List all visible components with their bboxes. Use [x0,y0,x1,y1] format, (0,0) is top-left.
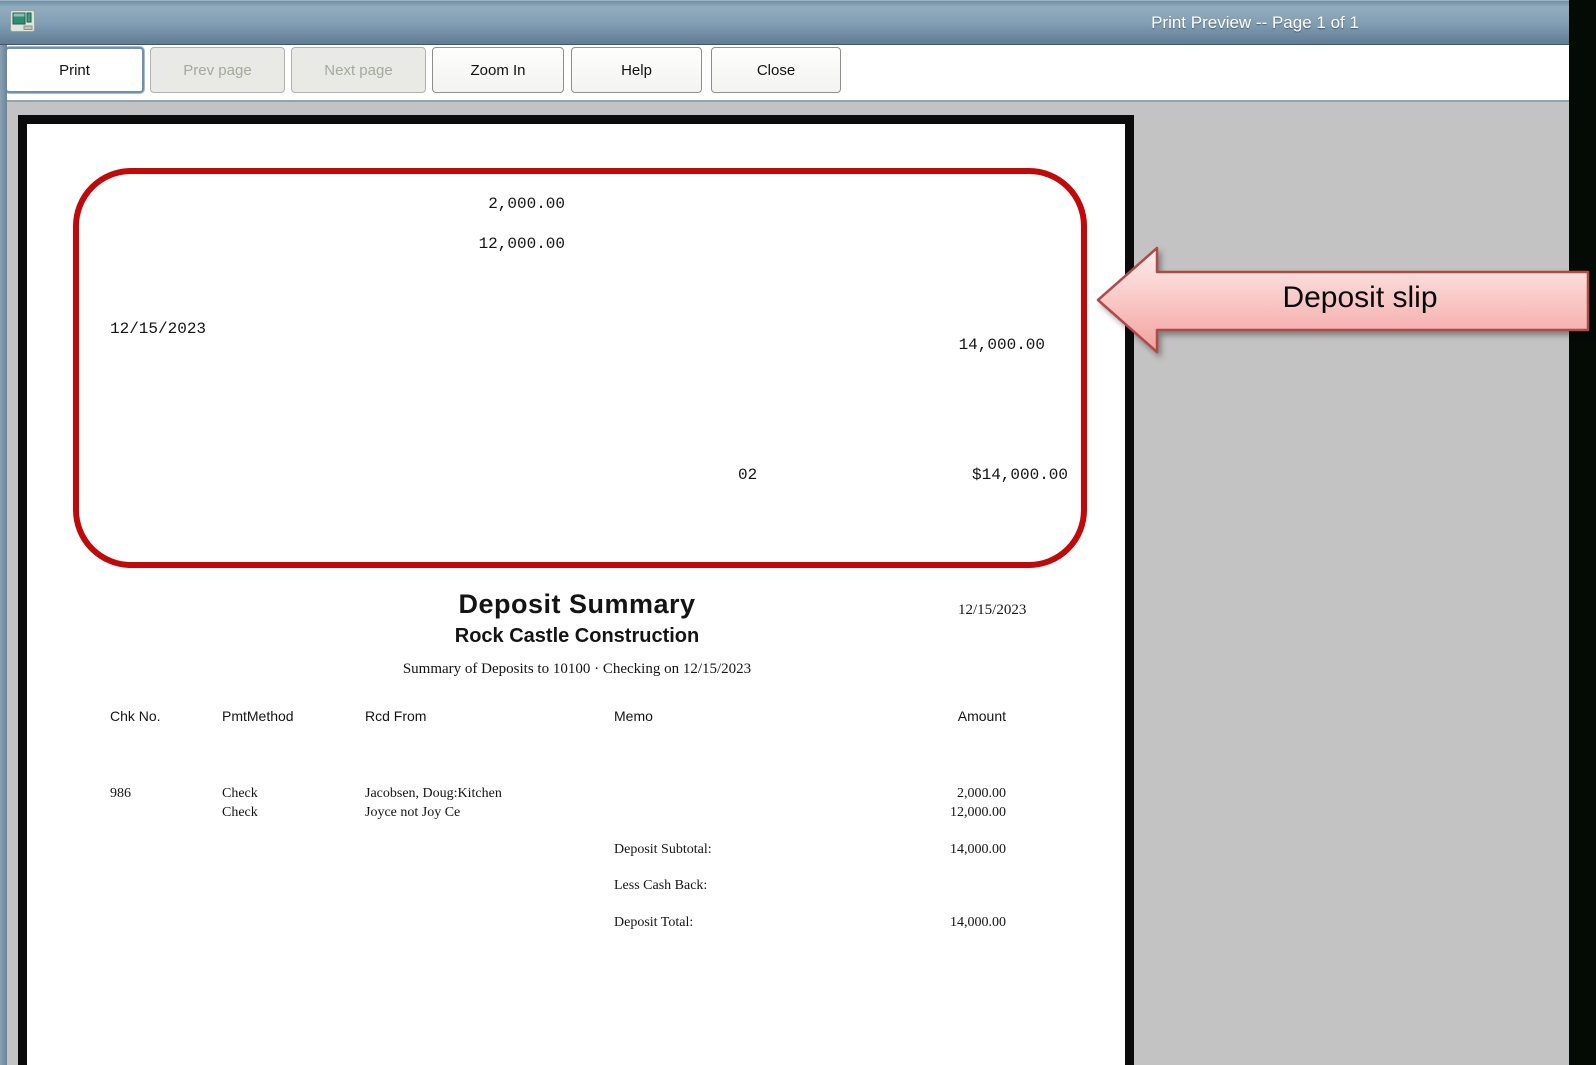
print-button[interactable]: Print [5,47,144,93]
col-header-chk-no: Chk No. [110,708,161,724]
deposit-slip-annotation-label: Deposit slip [1255,281,1465,315]
less-cash-back-label: Less Cash Back: [614,878,707,894]
background-strip [1569,0,1596,1065]
toolbar: Print Prev page Next page Zoom In Help C… [0,45,1569,100]
deposit-slip-highlight-circle [73,168,1087,568]
deposit-subtotal-value: 14,000.00 [806,842,1006,858]
window-left-frame [0,45,7,1065]
table-row-rcd-from: Joyce not Joy Ce [365,805,460,821]
slip-subtotal: 14,000.00 [845,336,1045,354]
table-row-rcd-from: Jacobsen, Doug:Kitchen [365,786,502,802]
print-preview-window: Print Preview -- Page 1 of 1 Print Prev … [0,0,1569,1065]
table-row-chk: 986 [110,786,131,802]
app-window-icon[interactable] [10,10,35,33]
next-page-button[interactable]: Next page [291,47,426,93]
help-button[interactable]: Help [571,47,702,93]
window-title: Print Preview -- Page 1 of 1 [1130,1,1380,44]
slip-check-amount-1: 2,000.00 [365,195,565,213]
zoom-in-button[interactable]: Zoom In [432,47,564,93]
deposit-total-label: Deposit Total: [614,915,693,931]
summary-title: Deposit Summary [277,589,877,620]
table-row-amount: 2,000.00 [806,786,1006,802]
col-header-rcd-from: Rcd From [365,708,426,724]
deposit-subtotal-label: Deposit Subtotal: [614,842,712,858]
summary-company: Rock Castle Construction [277,625,877,648]
close-button[interactable]: Close [711,47,841,93]
deposit-total-value: 14,000.00 [806,915,1006,931]
slip-items-count: 02 [738,466,757,484]
slip-net-deposit: $14,000.00 [868,466,1068,484]
col-header-memo: Memo [614,708,653,724]
prev-page-button[interactable]: Prev page [150,47,285,93]
summary-subtitle: Summary of Deposits to 10100 · Checking … [277,661,877,678]
slip-check-amount-2: 12,000.00 [365,235,565,253]
table-row-method: Check [222,786,258,802]
table-row-amount: 12,000.00 [806,805,1006,821]
printed-page: 2,000.00 12,000.00 12/15/2023 14,000.00 … [18,115,1134,1065]
table-row-method: Check [222,805,258,821]
titlebar: Print Preview -- Page 1 of 1 [0,0,1569,45]
col-header-amount: Amount [806,708,1006,724]
summary-date: 12/15/2023 [958,602,1026,619]
col-header-pmtmethod: PmtMethod [222,708,294,724]
slip-date: 12/15/2023 [110,320,206,338]
